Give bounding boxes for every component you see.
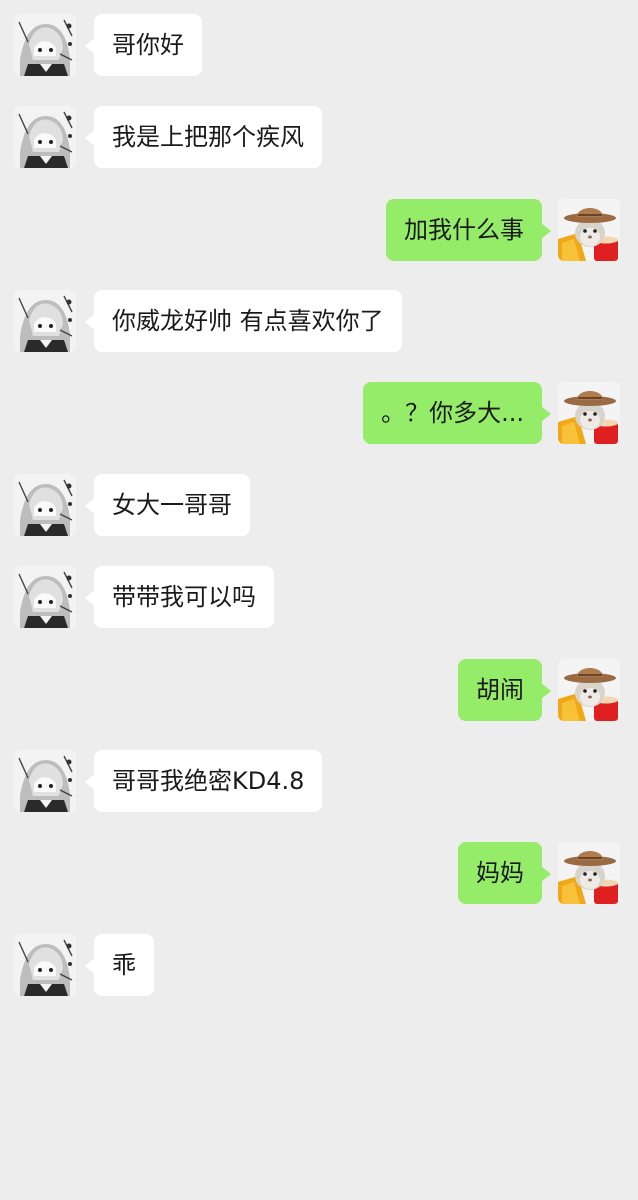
message-row-outgoing: 妈妈: [0, 842, 638, 906]
outgoing-message-bubble[interactable]: 。？你多大...: [363, 382, 551, 444]
message-row-outgoing: 加我什么事: [0, 199, 638, 263]
message-row-outgoing: 。？你多大...: [0, 382, 638, 446]
cowboy-hat-cat-avatar-icon[interactable]: [558, 382, 620, 444]
message-row-incoming: 哥你好: [0, 14, 638, 78]
message-row-incoming: 女大一哥哥: [0, 474, 638, 538]
message-row-incoming: 你威龙好帅 有点喜欢你了: [0, 290, 638, 354]
outgoing-message-bubble[interactable]: 妈妈: [458, 842, 551, 904]
anime-girl-avatar-icon[interactable]: [14, 566, 76, 628]
message-row-incoming: 哥哥我绝密KD4.8: [0, 750, 638, 814]
incoming-message-bubble[interactable]: 带带我可以吗: [85, 566, 274, 628]
message-row-incoming: 我是上把那个疾风: [0, 106, 638, 170]
cowboy-hat-cat-avatar-icon[interactable]: [558, 199, 620, 261]
incoming-message-bubble[interactable]: 乖: [85, 934, 154, 996]
outgoing-message-bubble[interactable]: 胡闹: [458, 659, 551, 721]
incoming-message-bubble[interactable]: 我是上把那个疾风: [85, 106, 322, 168]
incoming-message-bubble[interactable]: 哥你好: [85, 14, 202, 76]
message-row-incoming: 带带我可以吗: [0, 566, 638, 630]
anime-girl-avatar-icon[interactable]: [14, 934, 76, 996]
cowboy-hat-cat-avatar-icon[interactable]: [558, 659, 620, 721]
anime-girl-avatar-icon[interactable]: [14, 14, 76, 76]
message-row-outgoing: 胡闹: [0, 659, 638, 723]
chat-conversation: 哥你好 我是上把那个疾风 加我什么事 你威龙好帅 有点喜欢你了 。？你多大...…: [0, 0, 638, 1200]
outgoing-message-bubble[interactable]: 加我什么事: [386, 199, 551, 261]
anime-girl-avatar-icon[interactable]: [14, 474, 76, 536]
incoming-message-bubble[interactable]: 你威龙好帅 有点喜欢你了: [85, 290, 402, 352]
anime-girl-avatar-icon[interactable]: [14, 106, 76, 168]
incoming-message-bubble[interactable]: 哥哥我绝密KD4.8: [84, 750, 323, 812]
incoming-message-bubble[interactable]: 女大一哥哥: [85, 474, 250, 536]
message-row-incoming: 乖: [0, 934, 638, 998]
cowboy-hat-cat-avatar-icon[interactable]: [558, 842, 620, 904]
anime-girl-avatar-icon[interactable]: [14, 750, 76, 812]
anime-girl-avatar-icon[interactable]: [14, 290, 76, 352]
